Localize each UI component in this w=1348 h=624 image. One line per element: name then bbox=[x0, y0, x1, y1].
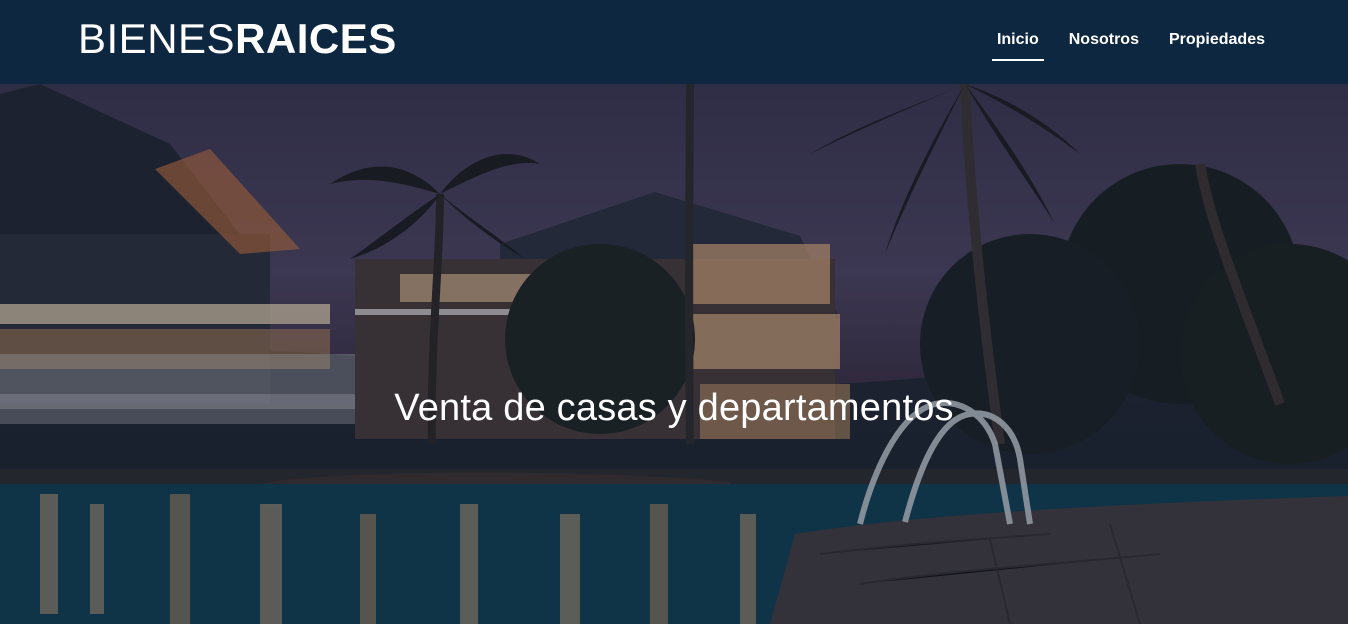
nav-link-propiedades[interactable]: Propiedades bbox=[1164, 25, 1270, 59]
hero-overlay bbox=[0, 84, 1348, 624]
hero-section: Venta de casas y departamentos bbox=[0, 84, 1348, 624]
nav-link-nosotros[interactable]: Nosotros bbox=[1064, 25, 1144, 59]
site-header: BIENES RAICES Inicio Nosotros Propiedades bbox=[0, 0, 1348, 84]
site-logo[interactable]: BIENES RAICES bbox=[78, 14, 397, 64]
nav-link-inicio[interactable]: Inicio bbox=[991, 25, 1044, 61]
logo-text-light: BIENES bbox=[78, 15, 236, 62]
hero-title: Venta de casas y departamentos bbox=[394, 387, 954, 430]
main-navigation: Inicio Nosotros Propiedades bbox=[991, 22, 1270, 62]
logo-text-bold: RAICES bbox=[235, 15, 397, 62]
